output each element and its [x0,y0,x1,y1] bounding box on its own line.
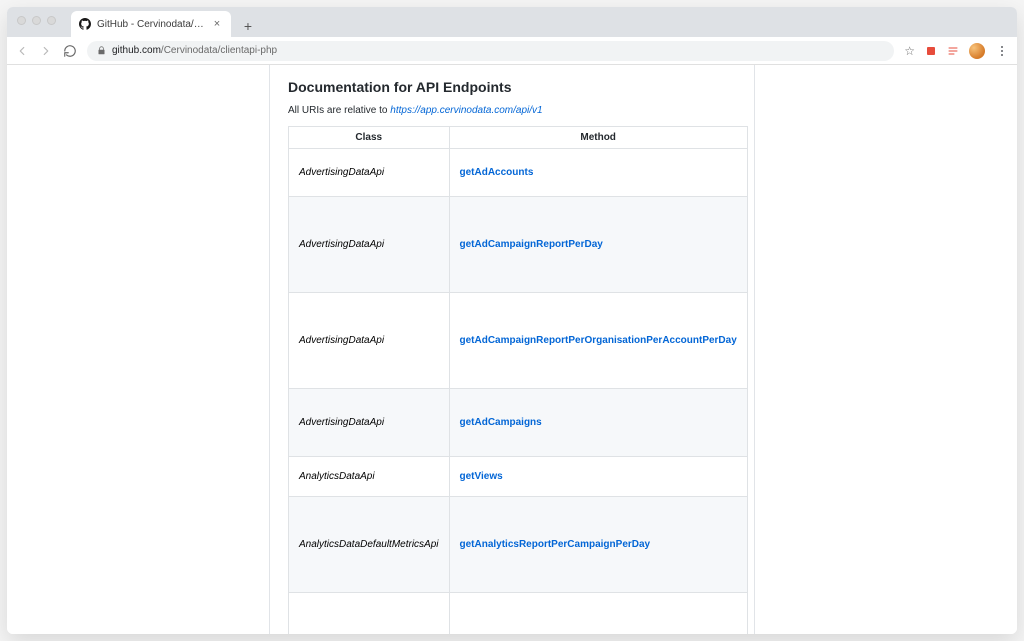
back-button[interactable] [15,44,29,58]
method-cell: getAnalyticsReportPerCampaignPerDay [449,497,747,593]
method-link[interactable]: getAdAccounts [460,167,534,178]
class-cell: AdvertisingDataApi [289,149,450,197]
method-link[interactable]: getAdCampaignReportPerDay [460,239,603,250]
close-window-button[interactable] [17,16,26,25]
extension-icon-2[interactable] [947,45,959,57]
class-cell: AnalyticsDataApi [289,457,450,497]
class-cell: AnalyticsDataDefaultMetricsApi [289,497,450,593]
url-field[interactable]: github.com/Cervinodata/clientapi-php [87,41,894,61]
profile-avatar[interactable] [969,43,985,59]
window-controls [17,16,56,25]
new-tab-button[interactable]: + [237,15,259,37]
minimize-window-button[interactable] [32,16,41,25]
url-path: /Cervinodata/clientapi-php [161,45,277,56]
address-bar: github.com/Cervinodata/clientapi-php ☆ [7,37,1017,65]
browser-window: GitHub - Cervinodata/clientapi-p × + git… [7,7,1017,634]
bookmark-button[interactable]: ☆ [904,44,915,58]
method-link[interactable]: getViews [460,471,503,482]
table-row: AnalyticsDataDefaultMetricsApi getAnalyti… [289,497,748,593]
lock-icon [97,46,106,55]
table-row: AdvertisingDataApi getAdCampaigns [289,389,748,457]
tab-strip: GitHub - Cervinodata/clientapi-p × + [7,7,1017,37]
method-cell: getAdCampaignReportPerDay [449,197,747,293]
class-cell: AdvertisingDataApi [289,389,450,457]
intro-text: All URIs are relative to https://app.cer… [288,105,736,116]
github-icon [79,18,91,30]
page-scroll[interactable]: Documentation for API Endpoints All URIs… [7,65,1017,634]
reload-button[interactable] [63,44,77,58]
browser-menu-button[interactable] [995,44,1009,58]
page-viewport: Documentation for API Endpoints All URIs… [7,65,1017,634]
tab-title: GitHub - Cervinodata/clientapi-p [97,19,205,30]
method-cell: getAdAccounts [449,149,747,197]
class-cell: AnalyticsDataDefaultMetricsApi [289,593,450,635]
extension-icon[interactable] [925,45,937,57]
class-cell: AdvertisingDataApi [289,293,450,389]
method-cell: getAdCampaignReportPerOrganisationPerAcc… [449,293,747,389]
table-row: AdvertisingDataApi getAdCampaignReportPer… [289,197,748,293]
readme-content: Documentation for API Endpoints All URIs… [269,65,755,634]
table-row: AnalyticsDataApi getViews [289,457,748,497]
toolbar-right: ☆ [904,43,1009,59]
browser-tab[interactable]: GitHub - Cervinodata/clientapi-p × [71,11,231,37]
method-cell: getAdCampaigns [449,389,747,457]
forward-button[interactable] [39,44,53,58]
method-link[interactable]: getAdCampaigns [460,417,542,428]
method-cell: getViews [449,457,747,497]
class-cell: AdvertisingDataApi [289,197,450,293]
table-row: AdvertisingDataApi getAdCampaignReportPer… [289,293,748,389]
method-cell: getAnalyticsReportPerChannelGroupPerDay [449,593,747,635]
url-host: github.com [112,45,161,56]
close-tab-button[interactable]: × [211,18,223,30]
method-link[interactable]: getAdCampaignReportPerOrganisationPerAcc… [460,335,737,346]
endpoints-table: Class Method AdvertisingDataApi getAdAcco… [288,126,748,634]
table-row: AnalyticsDataDefaultMetricsApigetAnalyti… [289,593,748,635]
section-heading: Documentation for API Endpoints [288,79,736,95]
base-url-link[interactable]: https://app.cervinodata.com/api/v1 [390,105,542,116]
maximize-window-button[interactable] [47,16,56,25]
method-link[interactable]: getAnalyticsReportPerCampaignPerDay [460,539,651,550]
table-row: AdvertisingDataApi getAdAccounts [289,149,748,197]
col-header-class: Class [289,127,450,149]
col-header-method: Method [449,127,747,149]
